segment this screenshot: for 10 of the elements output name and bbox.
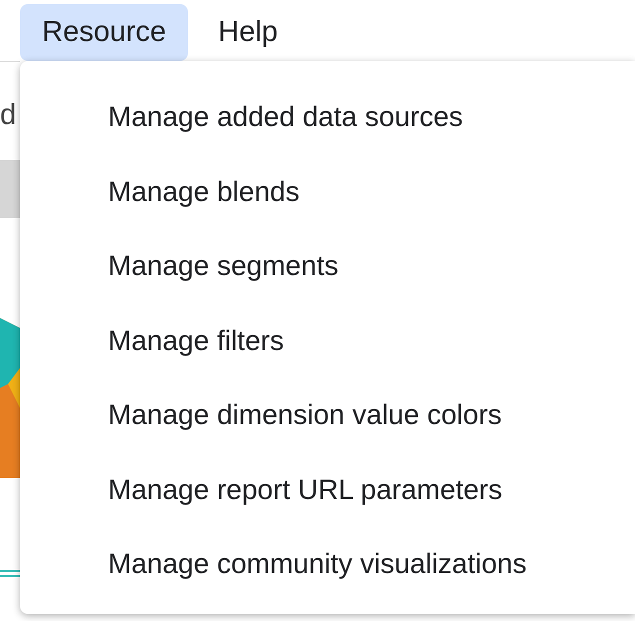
menu-item[interactable]: Manage segments [20,229,635,304]
menu-item[interactable]: Manage blends [20,154,635,229]
menu-bar-item[interactable]: Resource [20,4,188,61]
menu-item[interactable]: Manage community visualizations [20,527,635,602]
menu-item[interactable]: Manage report URL parameters [20,452,635,527]
menu-item[interactable]: Manage dimension value colors [20,378,635,452]
menu-item[interactable]: Manage filters [20,304,635,378]
menu-item[interactable]: Manage added data sources [20,80,635,154]
menu-bar-item[interactable]: Help [196,4,300,61]
background-text: d [0,98,18,132]
